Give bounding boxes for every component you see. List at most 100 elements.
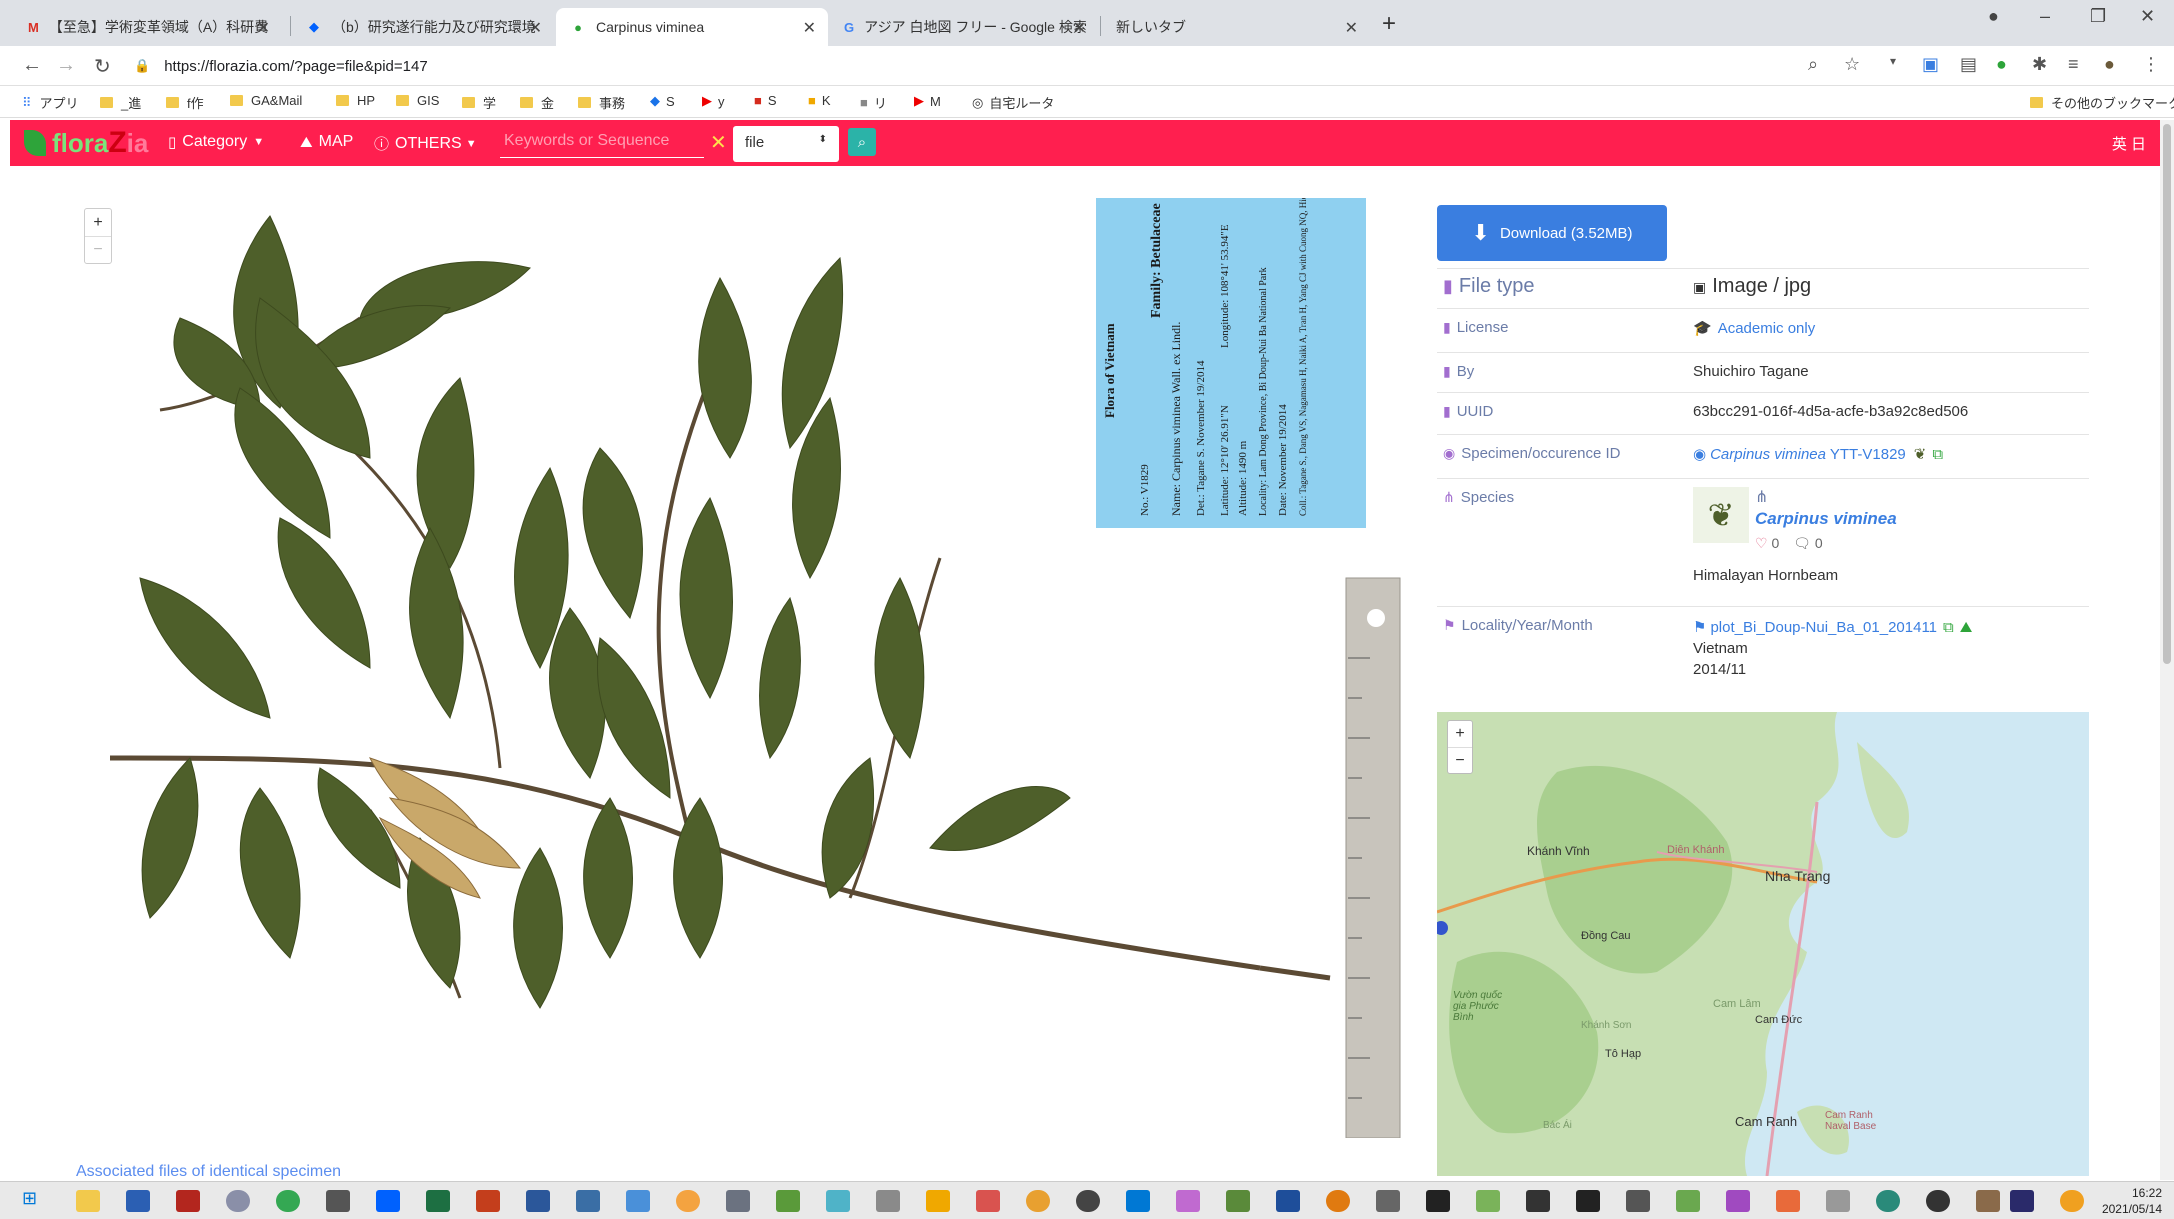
file-type-select[interactable]: file ⬍ (733, 126, 839, 162)
other-bookmarks[interactable]: その他のブックマーク (2030, 93, 2174, 112)
bookmark-youtube[interactable]: ▶ y (702, 93, 725, 109)
headphones-icon[interactable] (2060, 1190, 2084, 1212)
close-icon[interactable]: ✕ (1073, 18, 1086, 38)
bookmark-folder[interactable]: 事務 (578, 93, 625, 112)
species-name-link[interactable]: Carpinus viminea (1755, 509, 1897, 529)
close-window-icon[interactable]: ✕ (2140, 6, 2155, 27)
clear-search-icon[interactable]: ✕ (710, 130, 727, 155)
profile-dropdown-icon[interactable]: ● (1988, 6, 1999, 27)
license-value[interactable]: 🎓 Academic only (1693, 319, 1815, 337)
reload-icon[interactable]: ↻ (94, 54, 111, 79)
specimen-thumbnail-icon[interactable]: ❦ (1914, 446, 1927, 463)
app-icon[interactable] (1726, 1190, 1750, 1212)
associated-files-link[interactable]: Associated files of identical specimen (76, 1163, 341, 1181)
app-icon[interactable] (676, 1190, 700, 1212)
specimen-image[interactable]: Flora of Vietnam Family: Betulaceae Name… (70, 198, 1406, 1138)
bookmark-folder[interactable]: HP (336, 93, 375, 108)
app-icon[interactable] (1826, 1190, 1850, 1212)
close-icon[interactable]: ✕ (257, 18, 270, 38)
tab-google-search[interactable]: G アジア 白地図 フリー - Google 検索 ✕ (830, 8, 1098, 46)
bookmark-site[interactable]: ■ K (808, 93, 831, 108)
bookmark-folder[interactable]: GA&Mail (230, 93, 302, 108)
back-icon[interactable]: ← (22, 54, 42, 77)
app-icon[interactable] (1976, 1190, 2000, 1212)
others-menu[interactable]: ⓘ OTHERS ▼ (374, 133, 477, 154)
app-icon[interactable] (126, 1190, 150, 1212)
new-tab-button[interactable]: + (1382, 10, 1396, 38)
app-icon[interactable] (1326, 1190, 1350, 1212)
florazia-logo[interactable]: flora Z ia (24, 126, 148, 160)
app-icon[interactable] (1926, 1190, 1950, 1212)
app-icon[interactable] (1376, 1190, 1400, 1212)
app-icon[interactable] (1676, 1190, 1700, 1212)
category-menu[interactable]: ▯ Category ▼ (168, 133, 264, 151)
locality-map[interactable]: Khánh Vĩnh Diên Khánh Nha Trang Đồng Cau… (1437, 712, 2089, 1176)
file-explorer-icon[interactable] (76, 1190, 100, 1212)
acrobat-icon[interactable] (176, 1190, 200, 1212)
bookmark-site[interactable]: ◆ S (650, 93, 675, 109)
app-icon[interactable] (1776, 1190, 1800, 1212)
specimen-species-link[interactable]: Carpinus viminea (1710, 446, 1826, 463)
app-icon[interactable] (1076, 1190, 1100, 1212)
minimize-icon[interactable]: – (2040, 6, 2050, 27)
terminal-icon[interactable] (1426, 1190, 1450, 1212)
restore-icon[interactable]: ❐ (2090, 6, 2106, 27)
license-link[interactable]: Academic only (1718, 320, 1816, 337)
app-icon[interactable] (626, 1190, 650, 1212)
extension-leaf-icon[interactable]: ● (1996, 54, 2007, 75)
copy-icon[interactable]: ⧉ (1932, 446, 1943, 463)
bookmark-folder[interactable]: GIS (396, 93, 439, 108)
extension-screen-icon[interactable]: ▤ (1960, 54, 1977, 75)
powerpoint-icon[interactable] (476, 1190, 500, 1212)
app-icon[interactable] (1276, 1190, 1300, 1212)
app-icon[interactable] (976, 1190, 1000, 1212)
excel-icon[interactable] (426, 1190, 450, 1212)
map-menu[interactable]: ⛰ MAP (300, 133, 353, 151)
avatar[interactable]: ● (2104, 54, 2115, 75)
download-button[interactable]: ⬇ Download (3.52MB) (1437, 205, 1667, 261)
locality-plot-link[interactable]: plot_Bi_Doup-Nui_Ba_01_201411 (1710, 619, 1937, 636)
bookmark-folder[interactable]: f作 (166, 93, 204, 112)
app-icon[interactable] (326, 1190, 350, 1212)
app-icon[interactable] (876, 1190, 900, 1212)
heart-icon[interactable]: ♡ (1755, 535, 1768, 551)
app-icon[interactable] (1226, 1190, 1250, 1212)
app-icon[interactable] (1526, 1190, 1550, 1212)
keyword-search-input[interactable]: Keywords or Sequence (500, 126, 704, 158)
page-scrollbar[interactable] (2160, 120, 2174, 1180)
app-icon[interactable] (726, 1190, 750, 1212)
app-icon[interactable] (2010, 1190, 2034, 1212)
app-icon[interactable] (1026, 1190, 1050, 1212)
chrome-icon[interactable] (276, 1190, 300, 1212)
star-icon[interactable]: ☆ (1844, 54, 1860, 75)
specimen-id-value[interactable]: ◉ Carpinus viminea YTT-V1829 ❦ ⧉ (1693, 445, 1943, 463)
dropbox-icon[interactable] (376, 1190, 400, 1212)
sitemap-icon[interactable]: ⋔ (1755, 487, 1768, 507)
reading-list-icon[interactable]: ≡ (2068, 54, 2079, 75)
app-icon[interactable] (926, 1190, 950, 1212)
tab-gmail[interactable]: M 【至急】学術変革領域（A）科研費 ✕ (14, 8, 282, 46)
zoom-icon[interactable]: ⌕ (1808, 54, 1818, 75)
specimen-id-link[interactable]: YTT-V1829 (1830, 446, 1906, 463)
bookmark-folder[interactable]: 金 (520, 93, 554, 112)
app-icon[interactable] (576, 1190, 600, 1212)
bookmark-site[interactable]: ■ リ (860, 93, 887, 112)
zoom-out-button[interactable]: − (85, 236, 111, 263)
bookmark-apps[interactable]: ⠿ アプリ (22, 93, 79, 112)
extension-new-icon[interactable]: ▣ (1922, 54, 1939, 75)
tab-dropbox[interactable]: ◆ （b）研究遂行能力及び研究環境 ✕ (292, 8, 554, 46)
extensions-puzzle-icon[interactable]: ✱ (2032, 54, 2047, 75)
search-button[interactable]: ⌕ (848, 128, 876, 156)
map-zoom-out-button[interactable]: − (1448, 747, 1472, 773)
scrollbar-thumb[interactable] (2163, 124, 2171, 664)
close-icon[interactable]: ✕ (803, 18, 816, 38)
map-zoom-in-button[interactable]: + (1448, 721, 1472, 747)
vscode-icon[interactable] (1126, 1190, 1150, 1212)
system-clock[interactable]: 16:22 2021/05/14 (2102, 1185, 2162, 1217)
app-icon[interactable] (1626, 1190, 1650, 1212)
close-icon[interactable]: ✕ (1345, 18, 1358, 38)
bookmark-folder[interactable]: _進 (100, 93, 141, 112)
close-icon[interactable]: ✕ (529, 18, 542, 38)
bookmark-folder[interactable]: 学 (462, 93, 496, 112)
app-icon[interactable] (1576, 1190, 1600, 1212)
